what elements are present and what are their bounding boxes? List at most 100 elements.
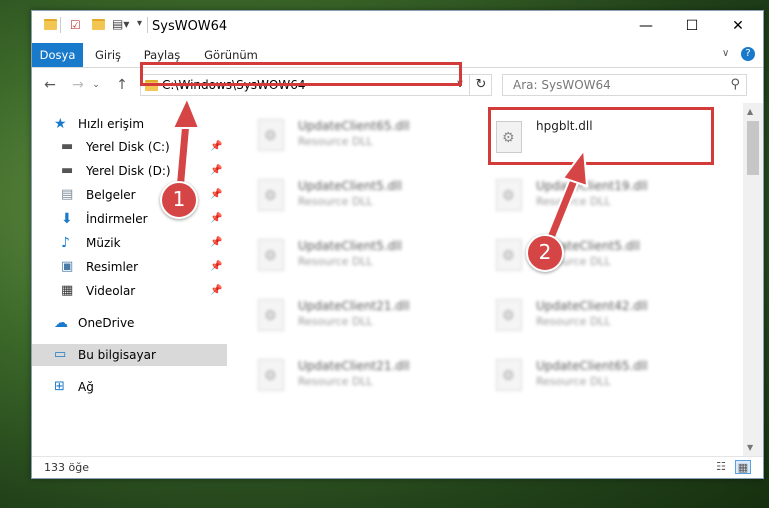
search-icon[interactable]: ⚲ bbox=[730, 77, 740, 92]
file-item[interactable]: UpdateClient65.dll Resource DLL bbox=[466, 351, 696, 401]
refresh-button[interactable]: ↻ bbox=[469, 74, 492, 96]
nav-quick-access[interactable]: ★ Hızlı erişim bbox=[32, 113, 227, 135]
title-bar: ☑ ▤▾ ▾ SysWOW64 — ☐ ✕ bbox=[32, 11, 763, 43]
file-name: UpdateClient5.dll bbox=[298, 239, 402, 253]
nav-videos[interactable]: ▦ Videolar 📌 bbox=[32, 280, 227, 302]
recent-locations-icon[interactable]: ⌄ bbox=[90, 75, 102, 95]
file-type: Resource DLL bbox=[298, 375, 373, 388]
close-button[interactable]: ✕ bbox=[715, 11, 761, 41]
file-type: Resource DLL bbox=[536, 315, 611, 328]
file-name: UpdateClient19.dll bbox=[536, 179, 648, 193]
file-type: Resource DLL bbox=[536, 195, 611, 208]
nav-label: Müzik bbox=[86, 236, 121, 250]
dll-file-icon bbox=[496, 299, 522, 331]
file-name: UpdateClient42.dll bbox=[536, 299, 648, 313]
status-bar: 133 öğe ☷ ▦ bbox=[32, 456, 763, 478]
divider bbox=[60, 17, 61, 33]
annotation-badge-1: 1 bbox=[160, 181, 198, 219]
dll-file-icon bbox=[496, 179, 522, 211]
file-name: UpdateClient65.dll bbox=[536, 359, 648, 373]
nav-this-pc[interactable]: ▭ Bu bilgisayar bbox=[32, 344, 227, 366]
nav-label: OneDrive bbox=[78, 316, 135, 330]
computer-icon: ▭ bbox=[54, 347, 67, 362]
dll-file-icon bbox=[258, 359, 284, 391]
file-item[interactable]: UpdateClient5.dll Resource DLL bbox=[228, 171, 458, 221]
scroll-thumb[interactable] bbox=[747, 121, 759, 175]
file-name: UpdateClient65.dll bbox=[298, 119, 410, 133]
folder-icon bbox=[44, 19, 57, 30]
file-item[interactable]: UpdateClient42.dll Resource DLL bbox=[466, 291, 696, 341]
file-type: Resource DLL bbox=[298, 315, 373, 328]
nav-label: İndirmeler bbox=[86, 212, 148, 226]
divider bbox=[147, 17, 148, 33]
file-type: Resource DLL bbox=[536, 375, 611, 388]
expand-ribbon-icon[interactable]: ∨ bbox=[722, 48, 729, 59]
help-icon[interactable]: ? bbox=[741, 47, 755, 61]
minimize-button[interactable]: — bbox=[623, 11, 669, 41]
address-highlight-box bbox=[140, 62, 462, 86]
nav-music[interactable]: ♪ Müzik 📌 bbox=[32, 232, 227, 254]
drive-icon: ▬ bbox=[61, 163, 74, 178]
vertical-scrollbar[interactable]: ▲ ▼ bbox=[743, 103, 763, 456]
file-item[interactable]: UpdateClient65.dll Resource DLL bbox=[228, 111, 458, 161]
file-item[interactable]: UpdateClient19.dll Resource DLL bbox=[466, 171, 696, 221]
dll-file-icon bbox=[258, 119, 284, 151]
file-highlight-box bbox=[488, 107, 714, 165]
properties-icon[interactable]: ☑ bbox=[70, 18, 81, 32]
window-title: SysWOW64 bbox=[152, 19, 228, 34]
large-icons-view-icon[interactable]: ▦ bbox=[735, 460, 751, 474]
nav-label: Belgeler bbox=[86, 188, 136, 202]
nav-downloads[interactable]: ⬇ İndirmeler 📌 bbox=[32, 208, 227, 230]
scroll-down-icon[interactable]: ▼ bbox=[747, 443, 753, 452]
new-folder-icon[interactable] bbox=[92, 19, 105, 30]
customize-icon[interactable]: ▤▾ bbox=[112, 17, 129, 31]
scroll-up-icon[interactable]: ▲ bbox=[747, 107, 753, 116]
forward-button[interactable]: → bbox=[68, 75, 88, 95]
dll-file-icon bbox=[258, 299, 284, 331]
pictures-icon: ▣ bbox=[61, 259, 74, 274]
navigation-pane: ★ Hızlı erişim ▬ Yerel Disk (C:) 📌 ▬ Yer… bbox=[32, 103, 227, 456]
file-item[interactable]: UpdateClient5.dll Resource DLL bbox=[466, 231, 696, 281]
file-item[interactable]: UpdateClient21.dll Resource DLL bbox=[228, 291, 458, 341]
tab-home[interactable]: Giriş bbox=[83, 43, 133, 67]
nav-onedrive[interactable]: ☁ OneDrive bbox=[32, 312, 227, 334]
file-type: Resource DLL bbox=[298, 135, 373, 148]
dll-file-icon bbox=[258, 179, 284, 211]
file-item[interactable]: UpdateClient21.dll Resource DLL bbox=[228, 351, 458, 401]
dropdown-arrow-icon[interactable]: ▾ bbox=[137, 18, 142, 29]
item-count: 133 öğe bbox=[44, 461, 89, 474]
pin-icon: 📌 bbox=[210, 261, 223, 272]
cloud-icon: ☁ bbox=[54, 315, 68, 331]
pin-icon: 📌 bbox=[210, 165, 223, 176]
nav-label: Resimler bbox=[86, 260, 139, 274]
pin-icon: 📌 bbox=[210, 237, 223, 248]
search-input[interactable]: Ara: SysWOW64 bbox=[513, 78, 611, 92]
pin-icon: 📌 bbox=[210, 141, 223, 152]
file-name: UpdateClient5.dll bbox=[298, 179, 402, 193]
nav-drive-d[interactable]: ▬ Yerel Disk (D:) 📌 bbox=[32, 160, 227, 182]
maximize-button[interactable]: ☐ bbox=[669, 11, 715, 41]
details-view-icon[interactable]: ☷ bbox=[713, 460, 729, 474]
tab-file[interactable]: Dosya bbox=[32, 43, 83, 67]
file-name: UpdateClient21.dll bbox=[298, 359, 410, 373]
nav-label: Videolar bbox=[86, 284, 136, 298]
file-type: Resource DLL bbox=[298, 195, 373, 208]
nav-network[interactable]: ⊞ Ağ bbox=[32, 376, 227, 398]
dll-file-icon bbox=[496, 239, 522, 271]
search-box[interactable]: Ara: SysWOW64 ⚲ bbox=[502, 74, 747, 96]
music-icon: ♪ bbox=[61, 235, 70, 251]
file-item[interactable]: UpdateClient5.dll Resource DLL bbox=[228, 231, 458, 281]
file-name: UpdateClient21.dll bbox=[298, 299, 410, 313]
nav-label: Bu bilgisayar bbox=[78, 348, 156, 362]
videos-icon: ▦ bbox=[61, 283, 74, 298]
back-button[interactable]: ← bbox=[40, 75, 60, 95]
nav-pictures[interactable]: ▣ Resimler 📌 bbox=[32, 256, 227, 278]
nav-drive-c[interactable]: ▬ Yerel Disk (C:) 📌 bbox=[32, 136, 227, 158]
nav-label: Yerel Disk (C:) bbox=[86, 140, 170, 154]
pin-icon: 📌 bbox=[210, 285, 223, 296]
up-button[interactable]: ↑ bbox=[112, 75, 132, 95]
file-type: Resource DLL bbox=[298, 255, 373, 268]
nav-label: Ağ bbox=[78, 380, 94, 394]
drive-icon: ▬ bbox=[61, 139, 74, 154]
download-icon: ⬇ bbox=[61, 211, 73, 227]
